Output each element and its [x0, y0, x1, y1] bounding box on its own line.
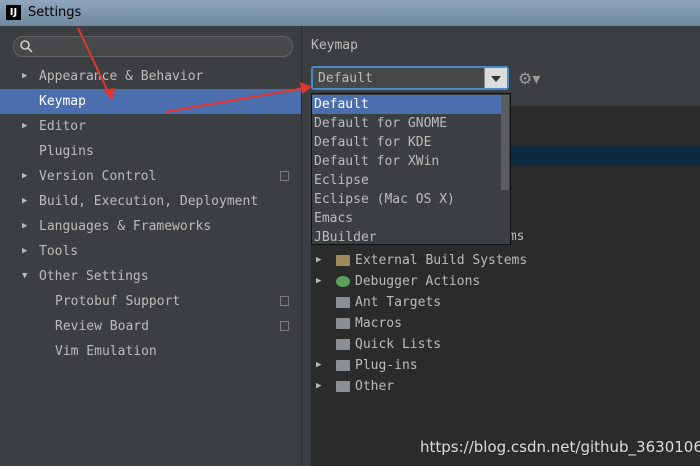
- dropdown-option[interactable]: Eclipse: [312, 171, 501, 190]
- keymap-dropdown-list: Default Default for GNOME Default for KDE D…: [311, 93, 511, 245]
- sidebar-item[interactable]: ▶ Editor: [0, 114, 301, 139]
- collapsed-arrow-icon[interactable]: ▶: [22, 189, 27, 214]
- tree-row-label: Plug-ins: [355, 358, 418, 373]
- sidebar-item[interactable]: ▶ Version Control: [0, 164, 301, 189]
- tree-row-label: Macros: [355, 316, 402, 331]
- sidebar-item[interactable]: Protobuf Support: [0, 289, 301, 314]
- folder-icon: [336, 318, 350, 329]
- intellij-icon: IJ: [6, 5, 21, 20]
- collapsed-arrow-icon[interactable]: ▶: [22, 114, 27, 139]
- dropdown-option[interactable]: Emacs: [312, 209, 501, 228]
- title-bar: IJ Settings: [0, 0, 700, 26]
- project-level-icon: [280, 296, 289, 306]
- sidebar-item[interactable]: ▶ Languages & Frameworks: [0, 214, 301, 239]
- sidebar-item-label: Languages & Frameworks: [39, 219, 212, 234]
- sidebar-item-label: Tools: [39, 244, 79, 259]
- collapsed-arrow-icon[interactable]: ▶: [316, 355, 321, 376]
- project-level-icon: [280, 321, 289, 331]
- folder-gear-icon: [336, 255, 350, 266]
- chevron-down-icon[interactable]: [484, 68, 507, 88]
- tree-row-label: Quick Lists: [355, 337, 442, 352]
- bug-icon: [336, 276, 350, 287]
- sidebar-item-label: Editor: [39, 119, 86, 134]
- tree-row[interactable]: Quick Lists: [311, 334, 700, 355]
- collapsed-arrow-icon[interactable]: ▶: [316, 271, 321, 292]
- tree-row-label: External Build Systems: [355, 253, 528, 268]
- folder-icon: [336, 339, 350, 350]
- search-icon: [20, 40, 33, 53]
- sidebar-item-label: Version Control: [39, 169, 157, 184]
- tree-row[interactable]: Ant Targets: [311, 292, 700, 313]
- tree-row-label: Debugger Actions: [355, 274, 481, 289]
- folder-icon: [336, 360, 350, 371]
- sidebar-item[interactable]: ▼ Other Settings: [0, 264, 301, 289]
- sidebar-item[interactable]: Review Board: [0, 314, 301, 339]
- tree-row-label: Ant Targets: [355, 295, 442, 310]
- expanded-arrow-icon[interactable]: ▼: [22, 264, 27, 289]
- keymap-select[interactable]: Default: [311, 66, 509, 90]
- gear-icon[interactable]: ⚙▾: [518, 69, 540, 88]
- sidebar-item[interactable]: Keymap: [0, 89, 301, 114]
- tree-row[interactable]: ▶ Plug-ins: [311, 355, 700, 376]
- sidebar-item-label: Appearance & Behavior: [39, 69, 204, 84]
- tree-row[interactable]: ▶ Debugger Actions: [311, 271, 700, 292]
- dropdown-scrollbar[interactable]: [501, 95, 509, 190]
- sidebar-item-label: Build, Execution, Deployment: [39, 194, 259, 209]
- project-level-icon: [280, 171, 289, 181]
- collapsed-arrow-icon[interactable]: ▶: [316, 250, 321, 271]
- search-input[interactable]: [13, 36, 293, 57]
- tree-row-label: Other: [355, 379, 395, 394]
- dropdown-option[interactable]: Eclipse (Mac OS X): [312, 190, 501, 209]
- dropdown-option[interactable]: Default for GNOME: [312, 114, 501, 133]
- sidebar-item[interactable]: ▶ Appearance & Behavior: [0, 64, 301, 89]
- folder-grid-icon: [336, 381, 350, 392]
- sidebar-item-label: Review Board: [55, 319, 149, 334]
- sidebar-item-label: Vim Emulation: [55, 344, 157, 359]
- keymap-select-value: Default: [318, 71, 373, 86]
- tree-row[interactable]: ▶ Other: [311, 376, 700, 397]
- window-title: Settings: [28, 5, 82, 20]
- settings-sidebar: ▶ Appearance & Behavior Keymap ▶ Editor Plugi…: [0, 26, 302, 466]
- tree-row[interactable]: Macros: [311, 313, 700, 334]
- ant-folder-icon: [336, 297, 350, 308]
- sidebar-item[interactable]: ▶ Tools: [0, 239, 301, 264]
- page-title: Keymap: [311, 38, 358, 53]
- sidebar-item[interactable]: Plugins: [0, 139, 301, 164]
- sidebar-item[interactable]: Vim Emulation: [0, 339, 301, 364]
- collapsed-arrow-icon[interactable]: ▶: [22, 214, 27, 239]
- dropdown-option[interactable]: Default: [312, 95, 501, 114]
- collapsed-arrow-icon[interactable]: ▶: [22, 164, 27, 189]
- tree-row[interactable]: ▶ External Build Systems: [311, 250, 700, 271]
- collapsed-arrow-icon[interactable]: ▶: [22, 64, 27, 89]
- collapsed-arrow-icon[interactable]: ▶: [22, 239, 27, 264]
- collapsed-arrow-icon[interactable]: ▶: [316, 376, 321, 397]
- sidebar-item-label: Protobuf Support: [55, 294, 181, 309]
- watermark: https://blog.csdn.net/github_36301064: [420, 438, 700, 456]
- sidebar-item-label: Other Settings: [39, 269, 149, 284]
- sidebar-item[interactable]: ▶ Build, Execution, Deployment: [0, 189, 301, 214]
- dropdown-option[interactable]: Default for XWin: [312, 152, 501, 171]
- dropdown-option[interactable]: Default for KDE: [312, 133, 501, 152]
- dropdown-option[interactable]: JBuilder: [312, 228, 501, 247]
- sidebar-item-label: Plugins: [39, 144, 94, 159]
- sidebar-item-label: Keymap: [39, 94, 86, 109]
